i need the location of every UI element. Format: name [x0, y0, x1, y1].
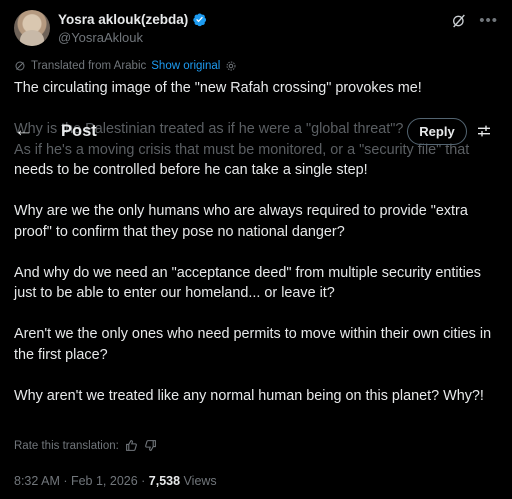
avatar[interactable]: [14, 10, 50, 46]
views-label: Views: [180, 474, 217, 488]
show-original-link[interactable]: Show original: [151, 60, 220, 72]
settings-gear-icon[interactable]: [225, 60, 237, 72]
post-paragraph-5: Aren't we the only ones who need permits…: [14, 326, 492, 363]
header-actions: •••: [451, 13, 498, 29]
author-name[interactable]: Yosra aklouk(zebda): [58, 12, 188, 27]
translation-notice: Translated from Arabic Show original: [14, 60, 237, 72]
translate-icon: [15, 61, 25, 71]
reply-button[interactable]: Reply: [407, 118, 467, 145]
views-count: 7,538: [148, 474, 181, 488]
translated-label: Translated from Arabic: [31, 60, 147, 72]
filter-sliders-icon[interactable]: [476, 123, 492, 139]
thumbs-down-icon[interactable]: [144, 439, 157, 452]
post-paragraph-4: And why do we need an "acceptance deed" …: [14, 264, 481, 302]
author-name-row[interactable]: Yosra aklouk(zebda): [58, 12, 207, 27]
rate-label: Rate this translation:: [14, 439, 119, 452]
thumbs-up-icon[interactable]: [125, 439, 138, 452]
sticky-nav-bar: ← Post Reply: [0, 118, 512, 146]
post-paragraph-6: Why aren't we treated like any normal hu…: [14, 387, 484, 404]
post-metadata: 8:32 AM · Feb 1, 2026 · 7,538 Views: [14, 474, 217, 488]
author-handle[interactable]: @YosraAklouk: [58, 30, 143, 45]
verified-badge-icon: [193, 13, 207, 27]
grok-icon[interactable]: [451, 13, 467, 29]
rate-translation: Rate this translation:: [14, 439, 157, 452]
back-arrow-icon[interactable]: ←: [14, 120, 33, 142]
nav-title: Post: [61, 122, 97, 140]
post-line-1: The circulating image of the "new Rafah …: [14, 80, 422, 96]
more-options-icon[interactable]: •••: [479, 13, 498, 28]
post-paragraph-3: Why are we the only humans who are alway…: [14, 203, 468, 240]
post-paragraph-2-line-c: needs to be controlled before he can tak…: [14, 162, 368, 178]
post-timestamp[interactable]: 8:32 AM · Feb 1, 2026 ·: [14, 474, 149, 488]
post-header: Yosra aklouk(zebda) @YosraAklouk •••: [14, 10, 498, 50]
